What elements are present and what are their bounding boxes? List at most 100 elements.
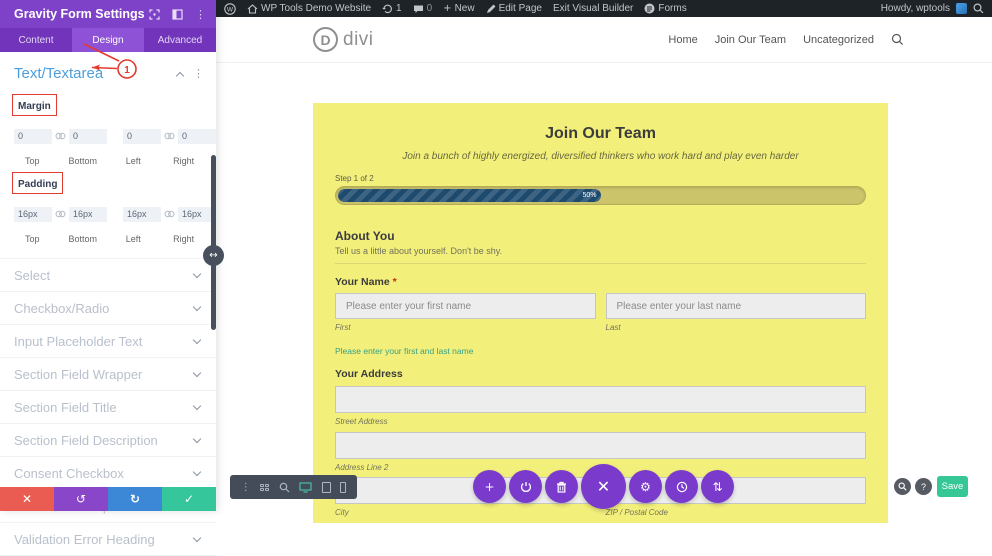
zip-sublabel: ZIP / Postal Code — [606, 508, 867, 517]
nav-item-home[interactable]: Home — [668, 34, 697, 46]
delete-module-button[interactable] — [545, 470, 578, 503]
howdy-label[interactable]: Howdy, wptools — [881, 3, 950, 14]
margin-bottom-input[interactable] — [69, 129, 107, 144]
accept-button[interactable]: ✓ — [162, 487, 216, 511]
margin-left-input[interactable] — [123, 129, 161, 144]
about-you-title: About You — [335, 229, 866, 243]
padding-bottom-input[interactable] — [69, 207, 107, 222]
link-values-icon[interactable] — [164, 132, 175, 140]
phone-view-icon[interactable] — [340, 482, 346, 493]
admin-search-icon[interactable] — [973, 3, 984, 14]
field-left: Left — [115, 156, 152, 166]
street-address-input[interactable] — [335, 386, 866, 413]
settings-panel-title: Gravity Form Settings — [14, 7, 149, 21]
first-name-input[interactable] — [335, 293, 596, 319]
panel-layout-icon[interactable] — [172, 9, 183, 20]
disable-module-button[interactable] — [509, 470, 542, 503]
toolbar-menu-icon[interactable]: ⋮ — [241, 482, 251, 493]
field-top: Top — [14, 156, 51, 166]
exit-visual-builder[interactable]: Exit Visual Builder — [553, 3, 633, 14]
section-field-title[interactable]: Section Field Title — [0, 391, 216, 424]
margin-top-input[interactable] — [14, 129, 52, 144]
link-values-icon[interactable] — [55, 132, 66, 140]
discard-button[interactable]: ✕ — [0, 487, 54, 511]
toggle-menu-icon[interactable]: ⋮ — [193, 67, 204, 80]
wp-logo-menu[interactable]: W — [224, 3, 236, 15]
new-label: New — [455, 3, 475, 14]
section-checkbox-radio[interactable]: Checkbox/Radio — [0, 292, 216, 325]
divi-logo-text: divi — [343, 29, 374, 51]
help-button[interactable]: ? — [915, 478, 932, 495]
grid-view-icon[interactable] — [260, 484, 269, 491]
section-consent-checkbox[interactable]: Consent Checkbox — [0, 457, 216, 490]
svg-text:W: W — [227, 5, 234, 13]
chevron-down-icon — [193, 368, 201, 376]
padding-left-input[interactable] — [123, 207, 161, 222]
margin-right-input[interactable] — [178, 129, 216, 144]
settings-tabs: Content Design Advanced — [0, 28, 216, 52]
home-icon — [247, 4, 258, 14]
section-input-placeholder-text[interactable]: Input Placeholder Text — [0, 325, 216, 358]
settings-panel-header[interactable]: Gravity Form Settings ⋮ — [0, 0, 216, 28]
history-button[interactable] — [665, 470, 698, 503]
comments-icon — [413, 4, 424, 14]
tab-advanced[interactable]: Advanced — [144, 28, 216, 52]
panel-scrollbar[interactable] — [211, 155, 216, 330]
site-header: D divi Home Join Our Team Uncategorized — [216, 17, 992, 63]
section-validation-error-heading[interactable]: Validation Error Heading — [0, 523, 216, 556]
add-module-button[interactable]: + — [473, 470, 506, 503]
desktop-view-icon[interactable] — [299, 482, 312, 493]
wp-admin-bar: W WP Tools Demo Website 1 0 + New Edit P… — [216, 0, 992, 17]
forms-icon — [644, 3, 655, 14]
admin-bar-new[interactable]: + New — [443, 3, 474, 14]
edit-page-label: Edit Page — [499, 3, 542, 14]
tab-content[interactable]: Content — [0, 28, 72, 52]
admin-bar-comments[interactable]: 0 — [413, 3, 433, 14]
module-settings-button[interactable]: ⚙ — [629, 470, 662, 503]
last-name-input[interactable] — [606, 293, 867, 319]
undo-button[interactable]: ↺ — [54, 487, 108, 511]
nav-item-join-our-team[interactable]: Join Our Team — [715, 34, 786, 46]
toggle-text-textarea[interactable]: Text/Textarea ⋮ — [0, 52, 216, 88]
admin-bar-updates[interactable]: 1 — [382, 3, 402, 14]
progress-percent-label: 50% — [582, 192, 596, 199]
tab-design[interactable]: Design — [72, 28, 144, 52]
your-name-label: Your Name * — [335, 276, 866, 288]
gravity-form-settings-panel: Gravity Form Settings ⋮ Content Design A… — [0, 0, 216, 511]
padding-group: Padding Top Bottom Left Right — [0, 166, 216, 244]
admin-bar-forms[interactable]: Forms — [644, 3, 686, 14]
admin-bar-site-menu[interactable]: WP Tools Demo Website — [247, 3, 371, 14]
reorder-button[interactable]: ⇅ — [701, 470, 734, 503]
close-settings-button[interactable]: ✕ — [581, 464, 626, 509]
section-field-wrapper[interactable]: Section Field Wrapper — [0, 358, 216, 391]
user-avatar[interactable] — [956, 3, 967, 14]
expand-panel-icon[interactable] — [149, 9, 160, 20]
nav-item-uncategorized[interactable]: Uncategorized — [803, 34, 874, 46]
field-bottom: Bottom — [64, 156, 101, 166]
site-logo[interactable]: D divi — [313, 27, 374, 52]
link-values-icon[interactable] — [164, 210, 175, 218]
collapsed-sections-list: Select Checkbox/Radio Input Placeholder … — [0, 258, 216, 556]
address-line2-input[interactable] — [335, 432, 866, 459]
divi-logo-icon: D — [313, 27, 338, 52]
nav-search-icon[interactable] — [891, 33, 904, 46]
zoom-out-view-icon[interactable] — [279, 482, 290, 493]
redo-button[interactable]: ↻ — [108, 487, 162, 511]
panel-menu-icon[interactable]: ⋮ — [195, 8, 206, 21]
zoom-helper-button[interactable] — [894, 478, 911, 495]
save-button[interactable]: Save — [937, 476, 968, 497]
section-field-description[interactable]: Section Field Description — [0, 424, 216, 457]
your-address-label: Your Address — [335, 368, 866, 380]
your-name-text: Your Name — [335, 276, 390, 288]
section-select[interactable]: Select — [0, 259, 216, 292]
link-values-icon[interactable] — [55, 210, 66, 218]
tablet-view-icon[interactable] — [322, 482, 331, 493]
street-address-sublabel: Street Address — [335, 417, 866, 426]
panel-resize-handle[interactable]: ↔ — [203, 245, 224, 266]
plus-icon: + — [443, 3, 451, 14]
padding-top-input[interactable] — [14, 207, 52, 222]
margin-field-labels: Top Bottom Left Right — [14, 156, 202, 166]
padding-annotation-box: Padding — [12, 172, 63, 194]
margin-group: Margin Top Bottom Left Right — [0, 88, 216, 166]
admin-bar-edit-page[interactable]: Edit Page — [486, 3, 542, 14]
